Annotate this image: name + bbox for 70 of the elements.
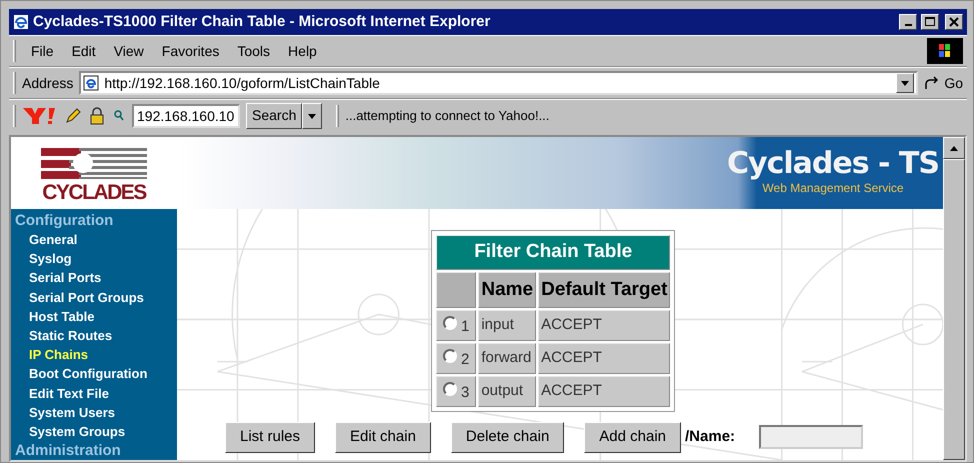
caret-icon [901,80,910,86]
action-button[interactable]: List rules [225,422,316,452]
sidebar-item[interactable]: Serial Ports [15,268,173,288]
sidebar-item[interactable]: IP Chains [15,345,173,364]
close-icon [949,17,959,27]
table-cell: input [478,310,536,341]
radio-button[interactable] [443,382,457,396]
menu-item[interactable]: View [104,40,153,62]
menu-item[interactable]: Edit [62,40,105,62]
lock-icon[interactable] [88,106,106,124]
sidebar-item[interactable]: Syslog [15,249,173,268]
scroll-up-icon[interactable] [950,146,958,150]
logo-text: CYCLADES [42,182,146,202]
browser-icon [13,14,29,30]
table-cell: forward [478,343,536,374]
windows-logo-icon [927,38,963,64]
url-text: http://192.168.160.10/goform/ListChainTable [104,74,381,93]
close-button[interactable] [945,14,963,30]
search-dropdown-button[interactable] [302,102,322,128]
pencil-icon[interactable] [64,106,82,124]
name-label: /Name: [685,427,736,447]
address-label: Address [22,74,74,92]
maximize-icon [925,17,935,27]
row-number: 1 [461,318,470,336]
radio-button[interactable] [443,349,457,364]
table-cell: ACCEPT [538,343,670,374]
menu-item[interactable]: File [22,40,63,62]
row-number: 3 [461,384,470,402]
sidebar-item[interactable]: Static Routes [15,326,173,346]
column-header: Name [478,272,536,308]
sidebar-section-title[interactable]: Configuration [15,211,173,230]
dropdown-button[interactable] [896,73,914,93]
sidebar-section-title[interactable]: Administration [15,441,173,460]
sidebar-item[interactable]: Edit Text File [15,384,173,403]
column-header: Default Target [538,272,670,308]
header-subtitle: Web Management Service [762,180,904,197]
address-field[interactable]: http://192.168.160.10/goform/ListChainTable [79,71,918,95]
radio-button[interactable] [443,316,457,330]
name-field[interactable] [759,425,864,450]
sidebar-item[interactable]: System Groups [15,422,173,442]
search-field[interactable]: 192.168.160.10 [132,104,240,128]
menu-item[interactable]: Help [279,40,326,62]
table-title: Filter Chain Table [436,235,670,270]
page-icon [83,75,100,91]
minimize-icon [904,24,912,26]
window-title: Cyclades-TS1000 Filter Chain Table - Microsoft Internet Explorer [33,12,492,32]
menu-item[interactable]: Favorites [152,40,228,62]
arrow-icon [924,76,940,90]
search-button[interactable]: Search [246,102,302,128]
vertical-scrollbar[interactable] [943,137,965,460]
action-button[interactable]: Add chain [584,422,682,452]
table-cell: ACCEPT [538,376,670,407]
table-cell: output [478,376,536,407]
table-cell: ACCEPT [538,310,670,341]
header-title: Cyclades - TS [727,149,939,179]
menu-item[interactable]: Tools [228,40,280,62]
row-number: 2 [461,351,470,368]
action-button[interactable]: Delete chain [450,422,564,452]
sidebar-item[interactable]: Host Table [15,306,173,326]
go-button[interactable]: Go [924,72,963,94]
status-text: ...attempting to connect to Yahoo!... [345,106,550,125]
action-button[interactable]: Edit chain [335,422,431,452]
minimize-button[interactable] [899,14,917,30]
sidebar-item[interactable]: Serial Port Groups [15,288,173,307]
sidebar-item[interactable]: System Users [15,402,173,422]
sidebar-item[interactable]: General [15,230,173,250]
maximize-button[interactable] [921,14,939,30]
caret-icon [308,114,316,119]
sidebar-item[interactable]: Boot Configuration [15,364,173,384]
yahoo-logo-icon [22,106,58,126]
